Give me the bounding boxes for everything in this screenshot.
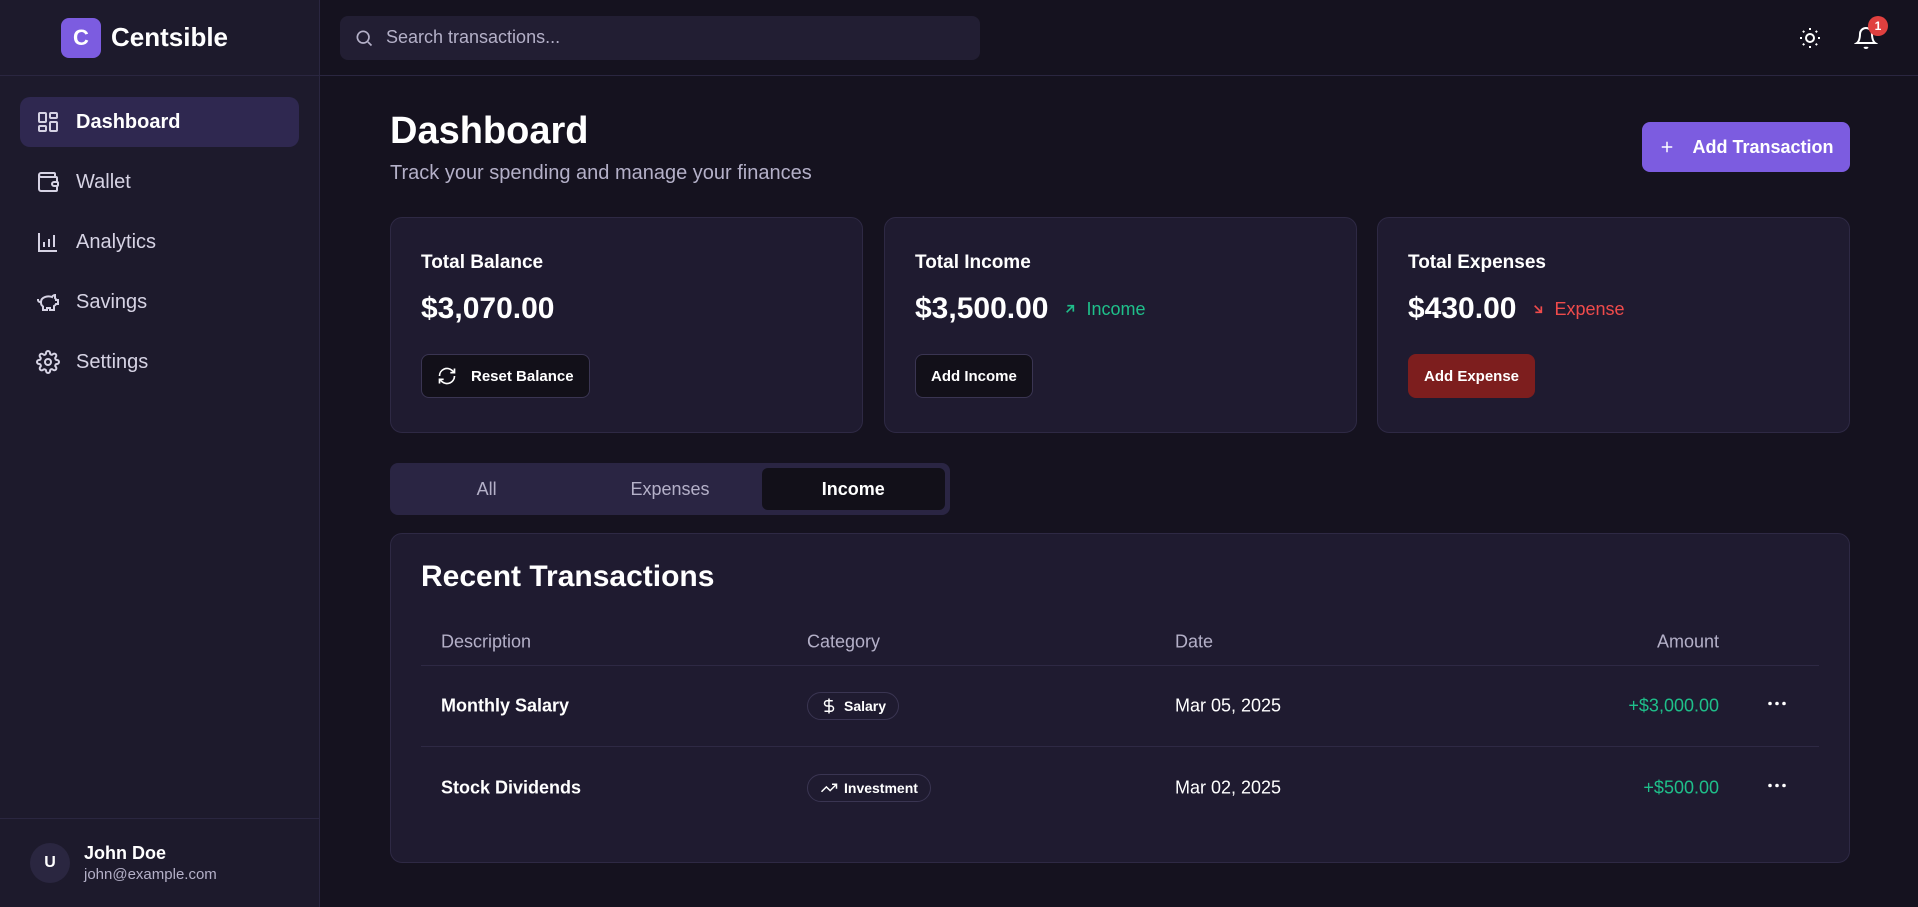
user-name: John Doe (84, 843, 167, 863)
notifications-button[interactable]: 1 (1853, 15, 1888, 50)
dashboard-icon (38, 112, 58, 132)
column-header-amount: Amount (1656, 631, 1719, 651)
income-trend: Income (1062, 298, 1146, 320)
income-trend-label: Income (1086, 298, 1146, 319)
transaction-description: Monthly Salary (441, 695, 570, 716)
add-expense-button[interactable]: Add Expense (1408, 354, 1536, 398)
wallet-icon (38, 172, 59, 192)
sidebar-item-label: Settings (76, 350, 149, 373)
piggy-bank-icon (37, 293, 59, 311)
transaction-filter-tabs: All Expenses Income (390, 463, 950, 515)
category-chip: Salary (807, 692, 900, 720)
tab-all[interactable]: All (395, 468, 578, 510)
add-transaction-button[interactable]: Add Transaction (1642, 122, 1850, 172)
summary-cards: Total Balance $3,070.00 Reset Balance To… (390, 217, 1850, 433)
transaction-description: Stock Dividends (441, 777, 582, 797)
notification-badge: 1 (1868, 15, 1888, 36)
brand-name: Centsible (110, 22, 229, 52)
table-row[interactable]: Stock Dividends Investment Mar 02, 2025 … (421, 747, 1819, 828)
transaction-amount: +$3,000.00 (1628, 695, 1719, 716)
page-title: Dashboard (390, 110, 589, 152)
page-subtitle: Track your spending and manage your fina… (390, 162, 812, 184)
recent-transactions-card: Recent Transactions Description Category… (390, 533, 1850, 863)
add-income-label: Add Income (931, 367, 1017, 385)
sidebar-item-label: Savings (76, 290, 148, 313)
refresh-icon (438, 367, 456, 385)
add-transaction-label: Add Transaction (1692, 136, 1834, 157)
sidebar: C Centsible Dashboard Wallet Analytics S… (0, 0, 320, 907)
total-balance-value: $3,070.00 (421, 292, 555, 325)
topbar: 1 (320, 0, 1918, 76)
sidebar-item-label: Analytics (76, 230, 157, 253)
sidebar-item-label: Dashboard (76, 110, 181, 133)
transactions-table: Description Category Date Amount Monthly… (421, 618, 1819, 828)
avatar: U (30, 843, 70, 883)
sidebar-item-settings[interactable]: Settings (20, 337, 299, 387)
add-expense-label: Add Expense (1424, 367, 1520, 385)
category-chip: Investment (807, 773, 931, 802)
topbar-actions: 1 (1798, 15, 1898, 50)
search-box[interactable] (340, 15, 980, 60)
search-input[interactable] (386, 27, 966, 48)
category-label: Investment (844, 779, 918, 796)
row-actions-button[interactable] (1765, 692, 1789, 721)
main-content: Dashboard Track your spending and manage… (390, 76, 1850, 863)
bar-chart-icon (38, 233, 57, 252)
sidebar-item-label: Wallet (76, 170, 131, 193)
recent-transactions-title: Recent Transactions (421, 560, 715, 593)
total-income-card: Total Income $3,500.00 Income Add Income (884, 217, 1357, 433)
arrow-down-right-icon (1534, 305, 1543, 314)
dollar-icon (823, 698, 835, 714)
total-balance-card: Total Balance $3,070.00 Reset Balance (390, 217, 863, 433)
add-income-button[interactable]: Add Income (915, 354, 1033, 398)
sidebar-nav: Dashboard Wallet Analytics Savings Setti… (0, 76, 319, 418)
total-income-value: $3,500.00 (915, 292, 1049, 325)
table-row[interactable]: Monthly Salary Salary Mar 05, 2025 +$3,0… (421, 666, 1819, 747)
search-icon (356, 30, 373, 46)
card-title: Total Balance (421, 252, 544, 273)
plus-icon (1662, 141, 1673, 153)
sun-icon (1800, 27, 1820, 48)
sidebar-item-wallet[interactable]: Wallet (20, 157, 299, 207)
tab-expenses[interactable]: Expenses (578, 468, 761, 510)
user-profile[interactable]: U John Doe john@example.com (0, 818, 320, 907)
sidebar-item-analytics[interactable]: Analytics (20, 217, 299, 267)
app-root: C Centsible Dashboard Wallet Analytics S… (0, 0, 1918, 907)
user-email: john@example.com (84, 866, 217, 883)
brand-logo: C (60, 17, 101, 58)
sidebar-item-dashboard[interactable]: Dashboard (20, 97, 299, 147)
category-label: Salary (844, 698, 887, 714)
total-expenses-value: $430.00 (1408, 292, 1517, 325)
expense-trend: Expense (1530, 298, 1625, 320)
row-actions-button[interactable] (1765, 773, 1789, 802)
card-title: Total Income (915, 252, 1031, 273)
trending-up-icon (820, 783, 838, 792)
card-title: Total Expenses (1408, 252, 1546, 273)
more-horizontal-icon (1768, 783, 1786, 787)
total-expenses-card: Total Expenses $430.00 Expense Add Expen… (1377, 217, 1850, 433)
gear-icon (36, 350, 60, 374)
reset-balance-label: Reset Balance (471, 367, 574, 385)
column-header-description: Description (441, 631, 532, 651)
expense-trend-label: Expense (1554, 298, 1625, 319)
theme-toggle-button[interactable] (1798, 26, 1822, 50)
reset-balance-button[interactable]: Reset Balance (421, 354, 590, 398)
more-horizontal-icon (1768, 701, 1786, 706)
transaction-date: Mar 02, 2025 (1175, 777, 1282, 797)
sidebar-item-savings[interactable]: Savings (20, 277, 299, 327)
arrow-up-right-icon (1066, 304, 1075, 313)
brand[interactable]: C Centsible (0, 0, 319, 76)
tab-income[interactable]: Income (761, 468, 945, 510)
column-header-date: Date (1175, 631, 1214, 651)
table-header: Description Category Date Amount (421, 618, 1819, 666)
column-header-category: Category (807, 631, 881, 651)
transaction-amount: +$500.00 (1643, 777, 1719, 797)
page-header: Dashboard Track your spending and manage… (390, 76, 1850, 216)
transaction-date: Mar 05, 2025 (1175, 695, 1282, 716)
